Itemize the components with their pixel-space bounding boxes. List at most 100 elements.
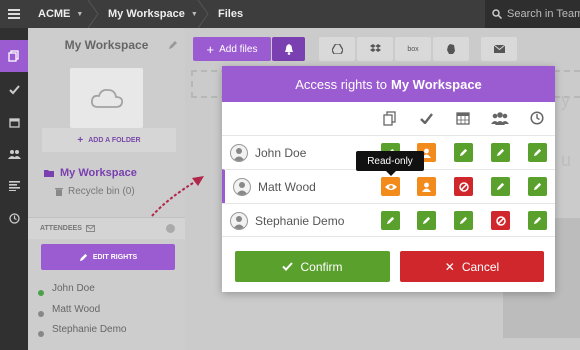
add-files-label: Add files: [219, 43, 258, 55]
calendar-icon: [8, 117, 20, 128]
evernote-button[interactable]: [433, 37, 469, 61]
permission-none-button[interactable]: [454, 177, 473, 196]
dropbox-button[interactable]: [357, 37, 393, 61]
folder-open-icon: [44, 169, 54, 177]
permission-edit-button[interactable]: [528, 211, 547, 230]
permission-edit-button[interactable]: [454, 211, 473, 230]
tree-item-recycle-label: Recycle bin (0): [68, 186, 135, 197]
permission-edit-button[interactable]: [491, 177, 510, 196]
tooltip-text: Read-only: [367, 155, 413, 167]
attendee-item[interactable]: John Doe: [38, 281, 95, 296]
confirm-label: Confirm: [300, 259, 343, 274]
breadcrumb-workspace[interactable]: My Workspace ▼: [108, 0, 198, 28]
pencil-icon: [533, 148, 542, 157]
attendee-name: Matt Wood: [52, 304, 101, 315]
rights-row: Stephanie Demo: [222, 203, 555, 237]
nav-files[interactable]: [0, 40, 28, 72]
column-users: [488, 108, 512, 128]
pencil-icon: [533, 216, 542, 225]
sidebar-title: My Workspace: [64, 38, 149, 52]
box-button[interactable]: box: [395, 37, 431, 61]
hint-arrow: [151, 176, 204, 217]
edit-rights-button[interactable]: EDIT RIGHTS: [41, 244, 175, 270]
search-input[interactable]: Search in TeamS: [485, 0, 580, 28]
breadcrumb-org-label: ACME: [38, 8, 71, 20]
nav-users[interactable]: [0, 138, 28, 170]
email-button[interactable]: [481, 37, 517, 61]
column-timesheet: [525, 108, 549, 128]
breadcrumb-files[interactable]: Files: [218, 0, 243, 28]
block-icon: [458, 181, 469, 192]
plus-icon: +: [206, 41, 215, 57]
pencil-icon[interactable]: [168, 40, 178, 50]
permission-edit-button[interactable]: [491, 143, 510, 162]
breadcrumb-files-label: Files: [218, 8, 244, 20]
column-files: [378, 108, 402, 128]
permission-edit-button[interactable]: [454, 143, 473, 162]
chevron-down-icon: ▼: [76, 10, 84, 18]
files-icon: [8, 50, 19, 62]
attendee-name: Stephanie Demo: [52, 324, 127, 335]
clock-icon: [530, 111, 544, 125]
clock-icon: [8, 212, 20, 224]
nav-timesheet[interactable]: [0, 202, 28, 234]
search-icon: [492, 9, 502, 19]
nav-calendar[interactable]: [0, 106, 28, 138]
close-icon: ✕: [444, 259, 455, 274]
permission-edit-button[interactable]: [528, 143, 547, 162]
permission-edit-button[interactable]: [381, 211, 400, 230]
gear-icon[interactable]: [166, 224, 175, 233]
workspace-avatar[interactable]: [70, 68, 143, 128]
check-icon: [8, 85, 20, 95]
mail-icon[interactable]: [85, 225, 95, 232]
notifications-button[interactable]: [272, 37, 305, 61]
pencil-icon: [533, 182, 542, 191]
attendees-header: ATTENDEES: [28, 217, 185, 239]
offline-status-dot: [38, 311, 44, 317]
user-avatar-icon: [233, 178, 251, 196]
breadcrumb-org[interactable]: ACME ▼: [38, 0, 83, 28]
pencil-icon: [459, 216, 468, 225]
evernote-icon: [447, 43, 455, 54]
bell-icon: [284, 43, 293, 55]
mail-icon: [493, 45, 505, 53]
box-label: box: [407, 45, 419, 53]
user-avatar-icon: [230, 144, 248, 162]
calendar-icon: [456, 112, 470, 125]
menu-icon[interactable]: [0, 0, 28, 28]
tree-item-recycle-bin[interactable]: Recycle bin (0): [55, 186, 135, 197]
add-folder-button[interactable]: + ADD A FOLDER: [42, 128, 176, 152]
permission-edit-button[interactable]: [417, 211, 436, 230]
user-icon: [422, 182, 431, 192]
cancel-button[interactable]: ✕ Cancel: [400, 251, 544, 282]
confirm-button[interactable]: Confirm: [235, 251, 390, 282]
block-icon: [495, 215, 506, 226]
add-files-button[interactable]: + Add files: [193, 37, 271, 61]
search-placeholder: Search in TeamS: [507, 8, 580, 20]
top-bar: ACME ▼ My Workspace ▼ Files Search in Te…: [0, 0, 580, 28]
files-icon: [383, 110, 396, 126]
tree-item-workspace[interactable]: My Workspace: [44, 167, 137, 179]
permission-none-button[interactable]: [491, 211, 510, 230]
users-icon: [491, 111, 509, 125]
permission-edit-button[interactable]: [528, 177, 547, 196]
users-icon: [7, 150, 21, 159]
rights-row-name: John Doe: [255, 146, 307, 160]
dropbox-icon: [369, 44, 381, 52]
attendee-item[interactable]: Matt Wood: [38, 302, 100, 317]
list-icon: [8, 181, 20, 191]
ghost-heading: u: [561, 150, 572, 170]
cloud-icon: [90, 88, 123, 108]
column-calendar: [451, 108, 475, 128]
permission-read-button[interactable]: [381, 177, 400, 196]
pencil-icon: [79, 253, 87, 261]
attendees-label: ATTENDEES: [40, 225, 82, 232]
plus-icon: +: [77, 134, 84, 146]
nav-list[interactable]: [0, 170, 28, 202]
check-icon: [282, 262, 294, 271]
permission-user-button[interactable]: [417, 177, 436, 196]
nav-tasks[interactable]: [0, 74, 28, 106]
add-folder-label: ADD A FOLDER: [88, 136, 141, 144]
attendee-item[interactable]: Stephanie Demo: [38, 322, 127, 337]
google-drive-button[interactable]: [319, 37, 355, 61]
